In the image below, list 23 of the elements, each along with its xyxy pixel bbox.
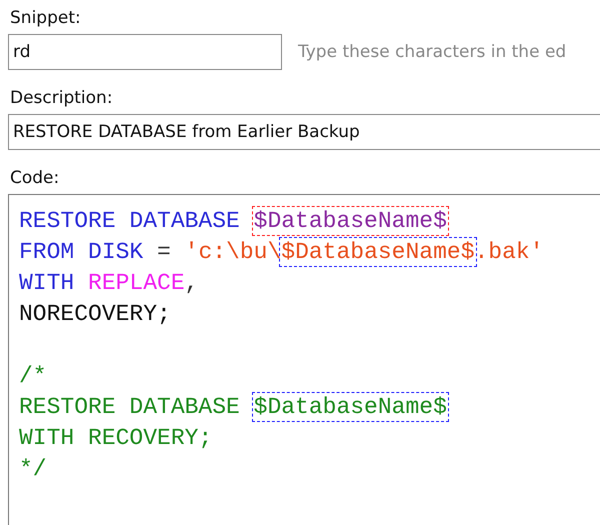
placeholder-field[interactable]: $DatabaseName$: [281, 238, 474, 264]
snippet-field[interactable]: rd: [8, 34, 282, 70]
snippet-label: Snippet:: [10, 8, 81, 28]
code-string: .bak': [474, 238, 544, 264]
code-comment: RESTORE DATABASE: [19, 394, 240, 420]
code-keyword: RESTORE DATABASE: [19, 208, 240, 234]
code-editor[interactable]: RESTORE DATABASE $DatabaseName$ FROM DISK = 'c:\bu\$DatabaseName$.bak' WITH REPLACE, NORECOVERY; /* RESTORE DATABASE $DatabaseName$ WITH RECOVERY; */: [8, 194, 600, 525]
code-comment: WITH RECOVERY;: [19, 424, 212, 450]
code-comment: */: [19, 456, 47, 482]
snippet-hint: Type these characters in the ed: [298, 42, 566, 62]
code-keyword: WITH: [19, 270, 74, 296]
description-label: Description:: [10, 88, 113, 108]
code-text: NORECOVERY;: [19, 300, 171, 326]
placeholder-field[interactable]: $DatabaseName$: [254, 208, 447, 234]
code-comment: /*: [19, 362, 47, 388]
code-string: 'c:\bu\: [184, 238, 282, 264]
code-label: Code:: [10, 168, 60, 188]
code-operator: ,: [184, 270, 198, 296]
code-operator: =: [157, 238, 171, 264]
description-field[interactable]: RESTORE DATABASE from Earlier Backup: [8, 114, 600, 150]
placeholder-field[interactable]: $DatabaseName$: [254, 394, 447, 420]
code-function: REPLACE: [88, 270, 185, 296]
code-keyword: FROM DISK: [19, 238, 144, 264]
